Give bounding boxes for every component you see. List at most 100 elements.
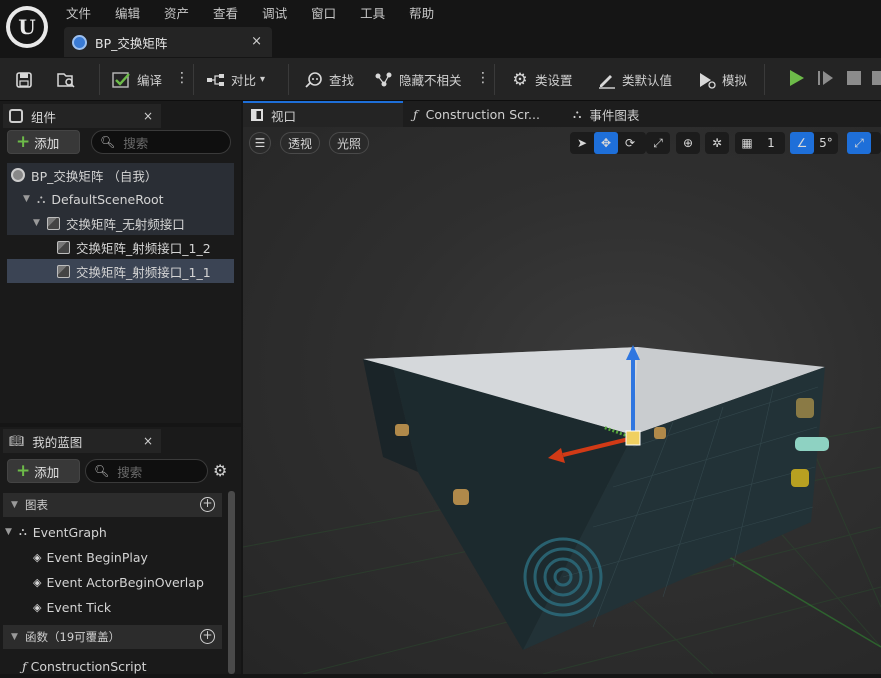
eject-button[interactable] — [872, 58, 881, 101]
grid-snap-icon[interactable]: ▦ — [735, 132, 759, 154]
close-icon[interactable]: × — [143, 434, 153, 448]
tree-item-label: 交换矩阵_无射频接口 — [66, 216, 185, 232]
select-mode-icon[interactable]: ➤ — [570, 132, 594, 154]
simulate-button[interactable]: 模拟 — [697, 58, 747, 101]
menu-asset[interactable]: 资产 — [152, 0, 201, 22]
tab-construction-script[interactable]: ƒ Construction Scr... — [405, 101, 565, 127]
tree-item-self[interactable]: BP_交换矩阵 （自我） — [7, 163, 234, 187]
menu-tools[interactable]: 工具 — [348, 0, 397, 22]
play-button[interactable] — [786, 58, 806, 101]
save-icon — [14, 70, 34, 90]
compile-label: 编译 — [137, 73, 163, 88]
compile-options-icon[interactable]: ⋮ — [175, 70, 189, 86]
perspective-button[interactable]: 透视 — [280, 132, 320, 154]
hide-unrelated-button[interactable]: 隐藏不相关 — [374, 58, 462, 101]
event-diamond-icon: ◈ — [33, 575, 42, 589]
toolbar-divider — [193, 64, 194, 95]
rotation-snap-icon[interactable]: ∠ — [790, 132, 814, 154]
components-tab-title: 组件 — [31, 109, 57, 125]
section-graphs-header[interactable]: ▼ 图表 + — [3, 493, 222, 517]
event-graph-item[interactable]: ▼ ⛬ EventGraph — [5, 520, 225, 544]
transform-mode-group: ➤ ✥ ⟳ — [570, 132, 646, 154]
add-function-icon[interactable]: + — [200, 629, 215, 644]
event-item[interactable]: ◈ Event Tick — [33, 595, 225, 619]
event-label: Event BeginPlay — [46, 549, 148, 565]
compile-button[interactable]: 编译 — [112, 58, 162, 101]
menu-edit[interactable]: 编辑 — [103, 0, 152, 22]
function-icon: ƒ — [22, 658, 27, 674]
add-component-label: 添加 — [34, 135, 60, 151]
tab-label: Construction Scr... — [425, 106, 540, 122]
viewport[interactable]: ☰ 透视 光照 ➤ ✥ ⟳ ⤢ ⊕ ✲ ▦ 1 ∠ 5° ⤢ — [243, 127, 881, 674]
world-space-icon[interactable]: ⊕ — [676, 132, 700, 154]
section-functions-header[interactable]: ▼ 函数（19可覆盖） + — [3, 625, 222, 649]
components-tab[interactable]: 组件 × — [3, 104, 161, 128]
menu-debug[interactable]: 调试 — [250, 0, 299, 22]
function-item[interactable]: ƒ ConstructionScript — [22, 654, 222, 678]
menu-help[interactable]: 帮助 — [397, 0, 446, 22]
stop-button[interactable] — [845, 58, 863, 101]
my-blueprint-search-input[interactable]: 🔍︎ 搜索 — [85, 459, 208, 483]
hide-unrelated-label: 隐藏不相关 — [399, 73, 462, 88]
class-settings-button[interactable]: ⚙ 类设置 — [510, 58, 573, 101]
gear-icon[interactable]: ⚙ — [213, 461, 227, 480]
save-button[interactable] — [14, 58, 39, 101]
tab-event-graph[interactable]: ⛬ 事件图表 — [565, 101, 725, 127]
event-item[interactable]: ◈ Event ActorBeginOverlap — [33, 570, 225, 594]
rotation-snap-value[interactable]: 5° — [814, 132, 838, 154]
tree-item-label: BP_交换矩阵 （自我） — [31, 168, 158, 184]
components-icon — [9, 109, 23, 123]
rotation-snap-group: ∠ 5° — [790, 132, 838, 154]
grid-size-value[interactable]: 1 — [759, 132, 783, 154]
section-graphs-label: 图表 — [25, 498, 48, 512]
event-item[interactable]: ◈ Event BeginPlay — [33, 545, 225, 569]
step-button[interactable] — [815, 58, 835, 101]
lighting-button[interactable]: 光照 — [329, 132, 369, 154]
menu-view[interactable]: 查看 — [201, 0, 250, 22]
components-search-input[interactable]: 🔍︎ 搜索 — [91, 130, 231, 154]
unreal-logo-icon[interactable]: U — [6, 6, 48, 48]
document-tab[interactable]: BP_交换矩阵 × — [64, 27, 272, 57]
more-options-icon[interactable]: ⋮ — [476, 70, 490, 86]
tree-item-rf-1-1[interactable]: 交换矩阵_射频接口_1_1 — [7, 259, 234, 283]
tree-item-mesh-root[interactable]: ▼ 交换矩阵_无射频接口 — [7, 211, 234, 235]
menu-file[interactable]: 文件 — [54, 0, 103, 22]
browse-button[interactable] — [56, 58, 81, 101]
menu-window[interactable]: 窗口 — [299, 0, 348, 22]
expand-arrow-icon: ▼ — [11, 632, 18, 642]
scrollbar-thumb[interactable] — [228, 491, 235, 674]
close-icon[interactable]: × — [251, 34, 262, 49]
my-blueprint-tab[interactable]: 📖︎ 我的蓝图 × — [3, 429, 161, 453]
find-button[interactable]: 查找 — [304, 58, 354, 101]
add-member-label: 添加 — [34, 464, 60, 480]
scale-snap-icon[interactable]: ⤢ — [847, 132, 871, 154]
tree-item-rf-1-2[interactable]: 交换矩阵_射频接口_1_2 — [7, 235, 234, 259]
class-settings-label: 类设置 — [535, 73, 573, 88]
search-icon: 🔍︎ — [100, 135, 116, 149]
scene-render — [243, 345, 881, 674]
add-component-button[interactable]: + 添加 — [7, 130, 80, 154]
close-icon[interactable]: × — [143, 109, 153, 123]
add-member-button[interactable]: + 添加 — [7, 459, 80, 483]
editor-tabs: 视口 ƒ Construction Scr... ⛬ 事件图表 — [243, 101, 881, 127]
scale-mode-icon[interactable]: ⤢ — [646, 132, 670, 154]
toolbar-divider — [99, 64, 100, 95]
surface-snap-icon[interactable]: ✲ — [705, 132, 729, 154]
diff-button[interactable]: 对比 ▾ — [206, 58, 265, 101]
search-icon: 🔍︎ — [94, 464, 110, 478]
class-defaults-button[interactable]: 类默认值 — [597, 58, 672, 101]
viewport-menu-button[interactable]: ☰ — [249, 132, 271, 154]
rotate-mode-icon[interactable]: ⟳ — [618, 132, 642, 154]
translate-mode-icon[interactable]: ✥ — [594, 132, 618, 154]
diff-label: 对比 — [231, 73, 257, 88]
add-graph-icon[interactable]: + — [200, 497, 215, 512]
search-placeholder: 搜索 — [123, 135, 149, 151]
tab-label: 视口 — [271, 108, 297, 124]
plus-icon: + — [16, 131, 31, 152]
tab-viewport[interactable]: 视口 — [243, 101, 403, 127]
gear-icon: ⚙ — [512, 69, 528, 90]
step-icon — [815, 68, 835, 91]
find-icon — [304, 70, 324, 90]
tree-item-default-scene-root[interactable]: ▼ ⛬ DefaultSceneRoot — [7, 187, 234, 211]
graph-icon: ⛬ — [573, 106, 582, 121]
